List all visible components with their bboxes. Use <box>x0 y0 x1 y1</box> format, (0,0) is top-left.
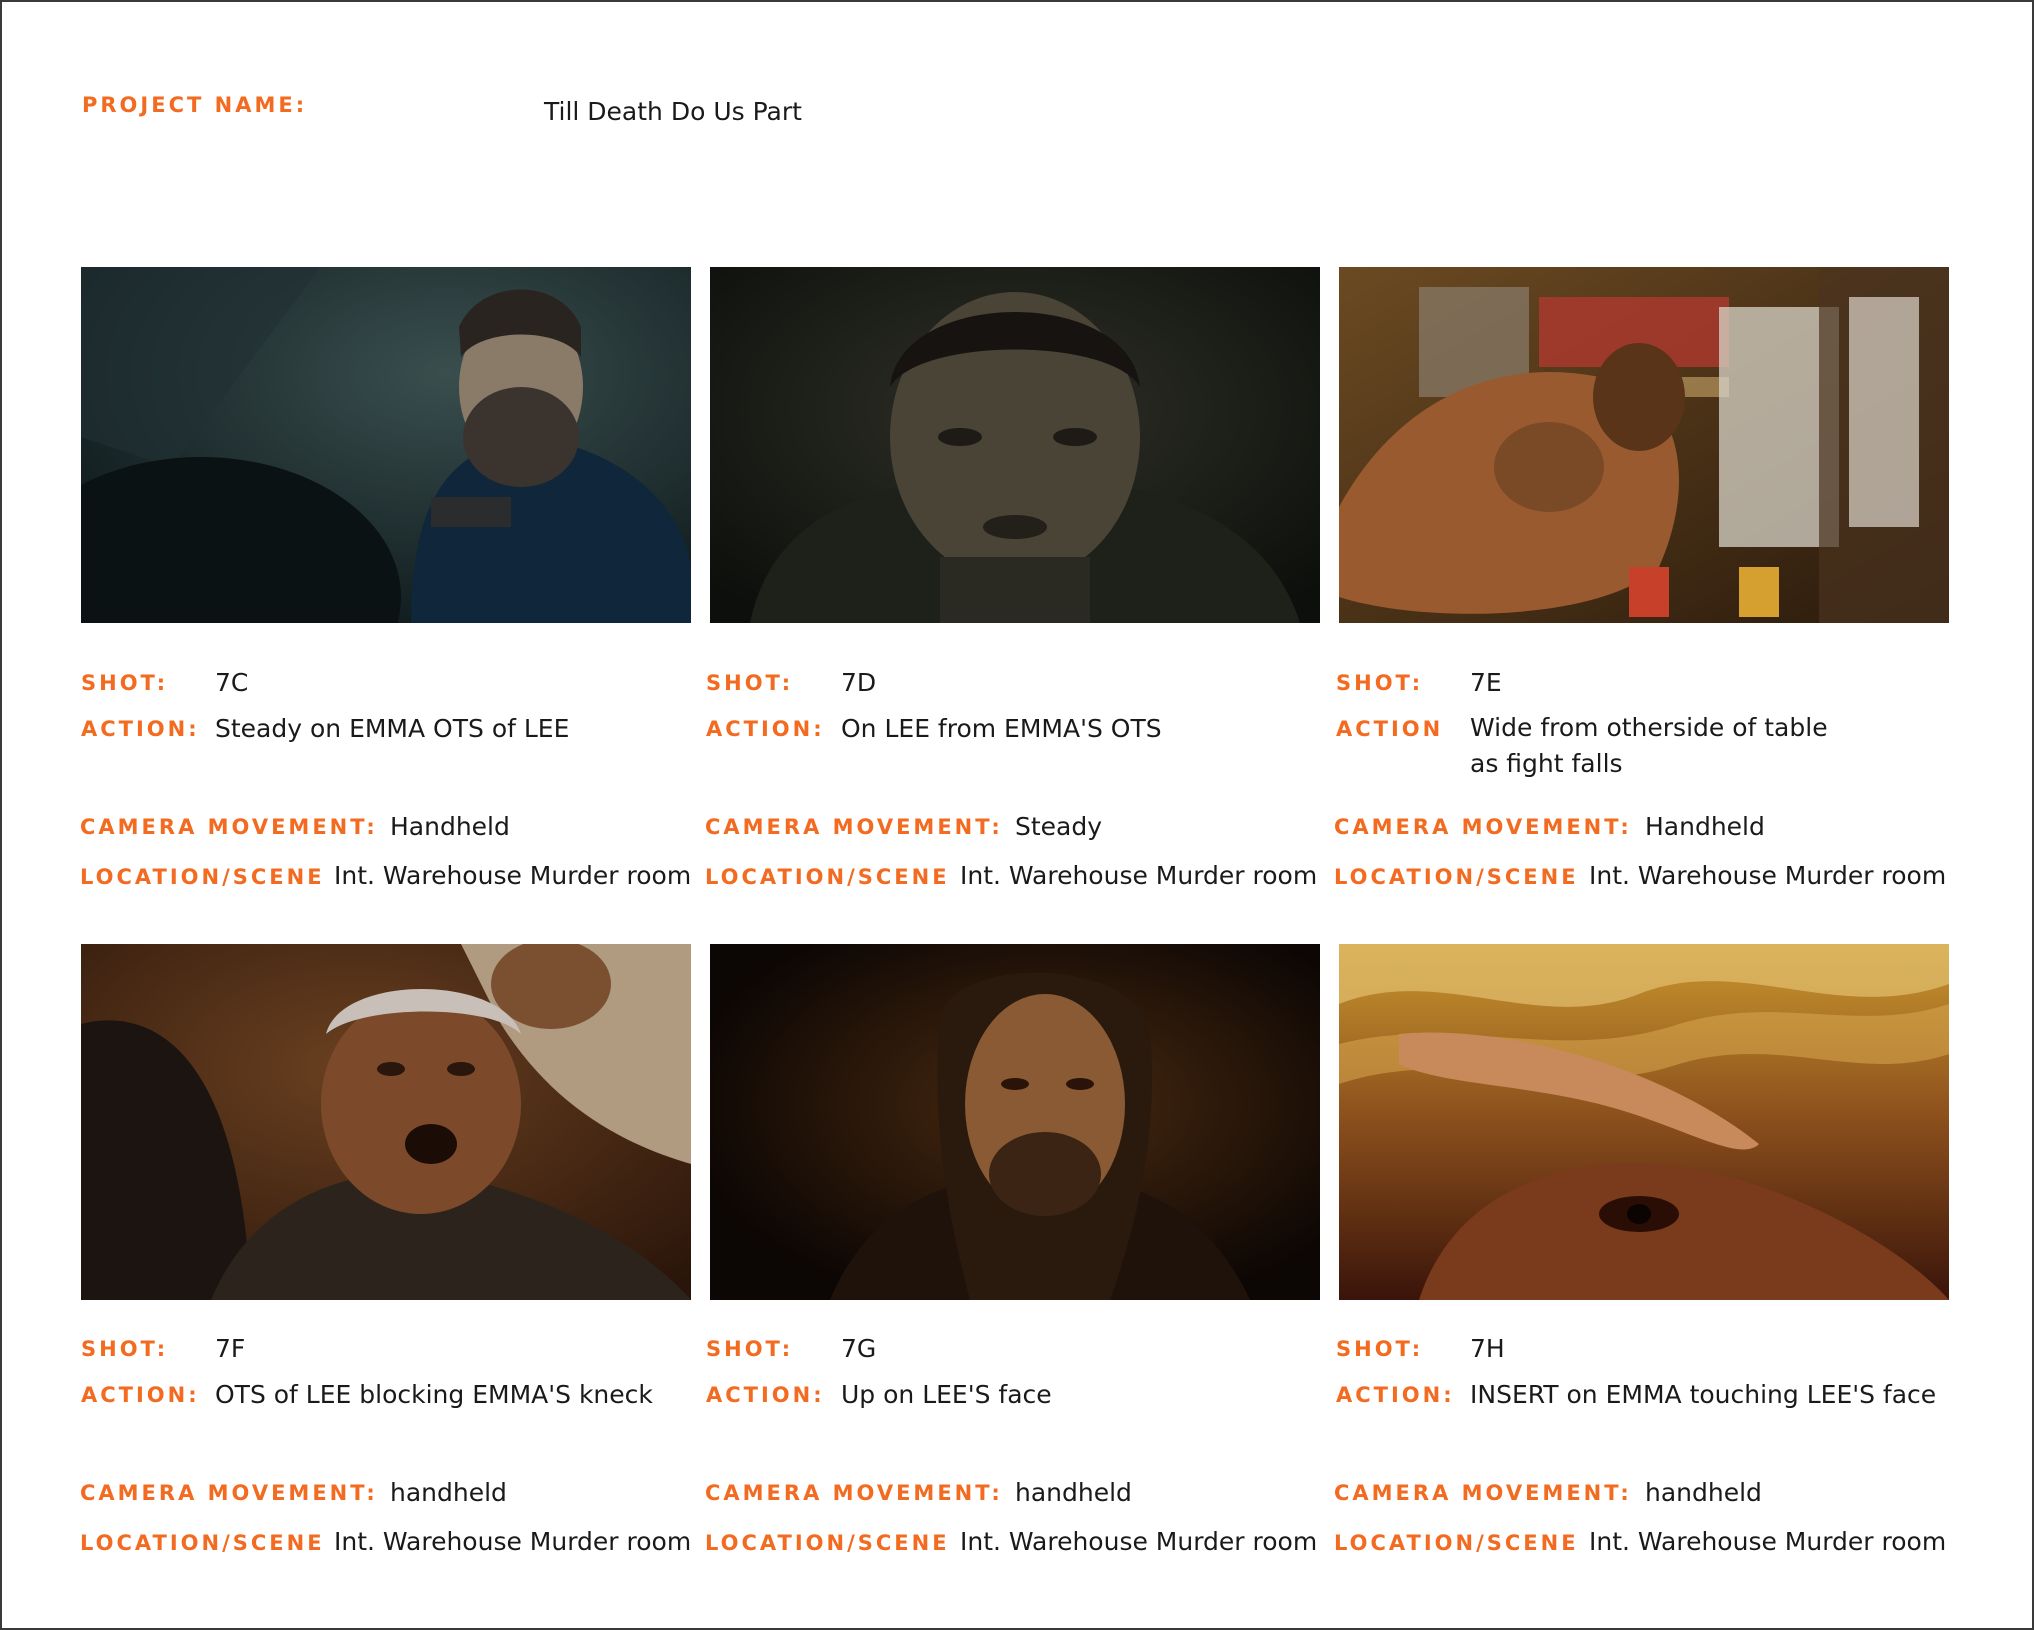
camera-movement-value: handheld <box>1015 1478 1132 1507</box>
shot-7g-frame-image <box>710 944 1320 1300</box>
shot-label: SHOT: <box>81 671 169 695</box>
shot-number: 7G <box>841 1334 877 1363</box>
action-label: ACTION: <box>1336 1383 1455 1407</box>
action-text: Up on LEE'S face <box>841 1380 1052 1409</box>
shot-label: SHOT: <box>1336 671 1424 695</box>
project-name: Till Death Do Us Part <box>544 97 802 126</box>
location-scene-label: LOCATION/SCENE <box>80 865 325 889</box>
camera-movement-value: Steady <box>1015 812 1103 841</box>
shot-label: SHOT: <box>706 1337 794 1361</box>
action-label: ACTION: <box>81 1383 200 1407</box>
camera-movement-label: CAMERA MOVEMENT: <box>80 815 378 839</box>
project-name-label: PROJECT NAME: <box>82 93 308 117</box>
location-scene-value: Int. Warehouse Murder room <box>960 1527 1318 1556</box>
shot-label: SHOT: <box>1336 1337 1424 1361</box>
shot-number: 7C <box>215 668 249 697</box>
action-label: ACTION: <box>706 1383 825 1407</box>
shot-7f-frame-image <box>81 944 691 1300</box>
shot-number: 7F <box>215 1334 246 1363</box>
location-scene-value: Int. Warehouse Murder room <box>960 861 1318 890</box>
camera-movement-label: CAMERA MOVEMENT: <box>705 1481 1003 1505</box>
shot-label: SHOT: <box>81 1337 169 1361</box>
shot-number: 7H <box>1470 1334 1505 1363</box>
camera-movement-value: handheld <box>1645 1478 1762 1507</box>
shot-7c-frame-image <box>81 267 691 623</box>
action-text: OTS of LEE blocking EMMA'S kneck <box>215 1380 653 1409</box>
camera-movement-label: CAMERA MOVEMENT: <box>705 815 1003 839</box>
location-scene-label: LOCATION/SCENE <box>1334 865 1579 889</box>
shot-number: 7D <box>841 668 877 697</box>
camera-movement-label: CAMERA MOVEMENT: <box>80 1481 378 1505</box>
location-scene-value: Int. Warehouse Murder room <box>1589 861 1947 890</box>
shot-7e-frame-image <box>1339 267 1949 623</box>
action-text: Wide from otherside of table as fight fa… <box>1470 713 1828 778</box>
action-label: ACTION: <box>81 717 200 741</box>
shot-7h-frame-image <box>1339 944 1949 1300</box>
camera-movement-value: Handheld <box>390 812 510 841</box>
camera-movement-label: CAMERA MOVEMENT: <box>1334 1481 1632 1505</box>
shot-label: SHOT: <box>706 671 794 695</box>
action-text: Steady on EMMA OTS of LEE <box>215 714 570 743</box>
camera-movement-value: handheld <box>390 1478 507 1507</box>
location-scene-label: LOCATION/SCENE <box>705 1531 950 1555</box>
location-scene-label: LOCATION/SCENE <box>80 1531 325 1555</box>
camera-movement-value: Handheld <box>1645 812 1765 841</box>
location-scene-label: LOCATION/SCENE <box>1334 1531 1579 1555</box>
location-scene-value: Int. Warehouse Murder room <box>1589 1527 1947 1556</box>
shot-7d-frame-image <box>710 267 1320 623</box>
shot-number: 7E <box>1470 668 1502 697</box>
location-scene-value: Int. Warehouse Murder room <box>334 861 692 890</box>
location-scene-value: Int. Warehouse Murder room <box>334 1527 692 1556</box>
action-label: ACTION <box>1336 717 1444 741</box>
location-scene-label: LOCATION/SCENE <box>705 865 950 889</box>
action-label: ACTION: <box>706 717 825 741</box>
action-text: INSERT on EMMA touching LEE'S face <box>1470 1380 1937 1409</box>
camera-movement-label: CAMERA MOVEMENT: <box>1334 815 1632 839</box>
action-text: On LEE from EMMA'S OTS <box>841 714 1162 743</box>
